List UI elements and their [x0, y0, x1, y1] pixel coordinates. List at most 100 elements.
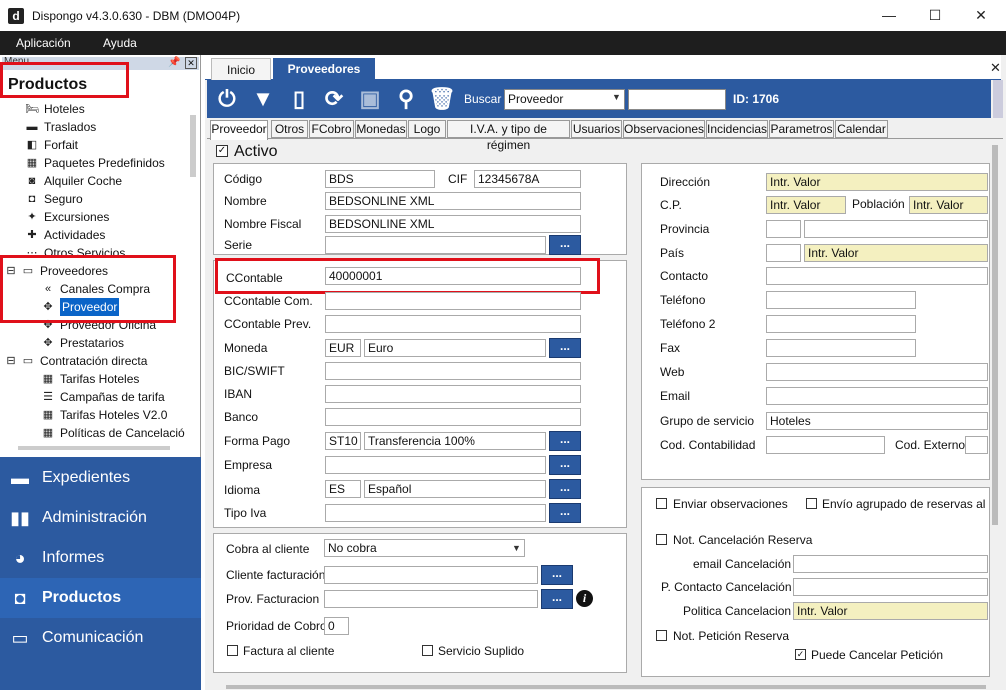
maximize-button[interactable]: ☐	[912, 0, 958, 31]
forma-pago-lookup-button[interactable]: ...	[549, 431, 581, 451]
moneda-name-field[interactable]: Euro	[364, 339, 546, 357]
save-icon[interactable]: ▣	[356, 84, 384, 114]
subtab-incidencias[interactable]: Incidencias	[706, 120, 768, 138]
prov-facturacion-field[interactable]	[324, 590, 538, 608]
idioma-lookup-button[interactable]: ...	[549, 479, 581, 499]
pais-name-field[interactable]: Intr. Valor	[804, 244, 988, 262]
pin-icon[interactable]: 📌	[168, 57, 181, 69]
factura-cliente-checkbox[interactable]	[227, 645, 238, 656]
direccion-field[interactable]: Intr. Valor	[766, 173, 988, 191]
chevron-down-icon[interactable]: ▼	[512, 543, 521, 553]
not-cancelacion-checkbox[interactable]	[656, 534, 667, 545]
ccontable-com-field[interactable]	[325, 292, 581, 310]
tipo-iva-lookup-button[interactable]: ...	[549, 503, 581, 523]
prov-facturacion-lookup-button[interactable]: ...	[541, 589, 573, 609]
tree-item-alquiler-coche[interactable]: ◙ Alquiler Coche	[24, 172, 186, 190]
fax-field[interactable]	[766, 339, 916, 357]
close-panel-icon[interactable]: ✕	[185, 57, 197, 69]
subtab-iva[interactable]: I.V.A. y tipo de régimen	[447, 120, 570, 152]
menu-ayuda[interactable]: Ayuda	[103, 31, 137, 55]
tab-inicio[interactable]: Inicio	[211, 58, 271, 80]
subtab-monedas[interactable]: Monedas	[355, 120, 407, 138]
form-scrollbar-thumb[interactable]	[992, 145, 998, 525]
subtab-logo[interactable]: Logo	[408, 120, 446, 138]
tree-item-tarifas-hoteles-v2-0[interactable]: ▦ Tarifas Hoteles V2.0	[40, 406, 186, 424]
servicio-suplido-checkbox[interactable]	[422, 645, 433, 656]
tab-proveedores[interactable]: Proveedores	[273, 58, 375, 80]
nav-expedientes[interactable]: ▬ Expedientes	[0, 458, 201, 498]
subtab-otros[interactable]: Otros	[271, 120, 308, 138]
cliente-facturacion-lookup-button[interactable]: ...	[541, 565, 573, 585]
subtab-parametros[interactable]: Parametros	[769, 120, 834, 138]
p-contacto-cancelacion-field[interactable]	[793, 578, 988, 596]
cod-contabilidad-field[interactable]	[766, 436, 885, 454]
tree-item-prestatarios[interactable]: ✥ Prestatarios	[40, 334, 186, 352]
email-field[interactable]	[766, 387, 988, 405]
bic-field[interactable]	[325, 362, 581, 380]
tree-item-tarifas-hoteles[interactable]: ▦ Tarifas Hoteles	[40, 370, 186, 388]
delete-icon[interactable]: 🗑	[428, 84, 456, 114]
ccontable-prev-field[interactable]	[325, 315, 581, 333]
cod-externo-field[interactable]	[965, 436, 988, 454]
nav-comunicacion[interactable]: ▭ Comunicación	[0, 618, 201, 658]
menu-aplicacion[interactable]: Aplicación	[16, 31, 71, 55]
moneda-code-field[interactable]: EUR	[325, 339, 361, 357]
nombre-fiscal-field[interactable]: BEDSONLINE XML	[325, 215, 581, 233]
subtab-observaciones[interactable]: Observaciones	[623, 120, 705, 138]
puede-cancelar-checkbox[interactable]: ✓	[795, 649, 806, 660]
subtab-fcobro[interactable]: FCobro	[309, 120, 354, 138]
envio-agrupado-checkbox[interactable]	[806, 498, 817, 509]
forma-pago-code-field[interactable]: ST10	[325, 432, 361, 450]
tree-item-forfait[interactable]: ◧ Forfait	[24, 136, 186, 154]
filter-icon[interactable]: ▼	[249, 84, 277, 114]
forma-pago-name-field[interactable]: Transferencia 100%	[364, 432, 546, 450]
cliente-facturacion-field[interactable]	[324, 566, 538, 584]
contacto-field[interactable]	[766, 267, 988, 285]
telefono2-field[interactable]	[766, 315, 916, 333]
banco-field[interactable]	[325, 408, 581, 426]
nombre-field[interactable]: BEDSONLINE XML	[325, 192, 581, 210]
pais-code-field[interactable]	[766, 244, 801, 262]
tree-item-pol-ticas-de-cancelaci-[interactable]: ▦ Políticas de Cancelació	[40, 424, 186, 442]
search-icon[interactable]: ⚲	[392, 84, 420, 114]
toolbar-scrollbar[interactable]	[993, 80, 1003, 118]
refresh-icon[interactable]: ⟳	[320, 84, 348, 114]
cp-field[interactable]: Intr. Valor	[766, 196, 846, 214]
tree-scrollbar[interactable]	[190, 115, 196, 177]
tree-item-actividades[interactable]: ✚ Actividades	[24, 226, 186, 244]
close-button[interactable]: ✕	[958, 0, 1004, 31]
tree-item-contrataci-n-directa[interactable]: ⊟ ▭ Contratación directa	[6, 352, 186, 370]
telefono-field[interactable]	[766, 291, 916, 309]
nav-administracion[interactable]: ▮▮ Administración	[0, 498, 201, 538]
politica-cancelacion-field[interactable]: Intr. Valor	[793, 602, 988, 620]
tree-item-excursiones[interactable]: ✦ Excursiones	[24, 208, 186, 226]
provincia-name-field[interactable]	[804, 220, 988, 238]
form-horizontal-scrollbar[interactable]	[226, 685, 986, 689]
subtab-proveedor[interactable]: Proveedor	[210, 120, 268, 140]
new-document-icon[interactable]: ▯	[285, 84, 313, 114]
enviar-observaciones-checkbox[interactable]	[656, 498, 667, 509]
search-type-select[interactable]: Proveedor	[504, 89, 625, 110]
close-tab-icon[interactable]: ✕	[990, 60, 1001, 76]
collapse-icon[interactable]: ⊟	[6, 354, 16, 368]
tree-horizontal-scrollbar[interactable]	[18, 446, 170, 450]
search-input[interactable]	[628, 89, 726, 110]
cif-field[interactable]: 12345678A	[474, 170, 581, 188]
subtab-usuarios[interactable]: Usuarios	[571, 120, 622, 138]
info-icon[interactable]: i	[576, 590, 593, 607]
moneda-lookup-button[interactable]: ...	[549, 338, 581, 358]
email-cancelacion-field[interactable]	[793, 555, 988, 573]
power-icon[interactable]: ⏻	[213, 84, 241, 114]
not-peticion-checkbox[interactable]	[656, 630, 667, 641]
tree-item-campa-as-de-tarifa[interactable]: ☰ Campañas de tarifa	[40, 388, 186, 406]
idioma-name-field[interactable]: Español	[364, 480, 546, 498]
activo-checkbox[interactable]: ✓	[216, 145, 228, 157]
minimize-button[interactable]: —	[866, 0, 912, 31]
poblacion-field[interactable]: Intr. Valor	[909, 196, 988, 214]
grupo-servicio-field[interactable]: Hoteles	[766, 412, 988, 430]
cobra-select[interactable]: No cobra	[324, 539, 525, 557]
tree-item-hoteles[interactable]: 🛏 Hoteles	[24, 100, 186, 118]
empresa-lookup-button[interactable]: ...	[549, 455, 581, 475]
empresa-field[interactable]	[325, 456, 546, 474]
subtab-calendar[interactable]: Calendar	[835, 120, 888, 138]
